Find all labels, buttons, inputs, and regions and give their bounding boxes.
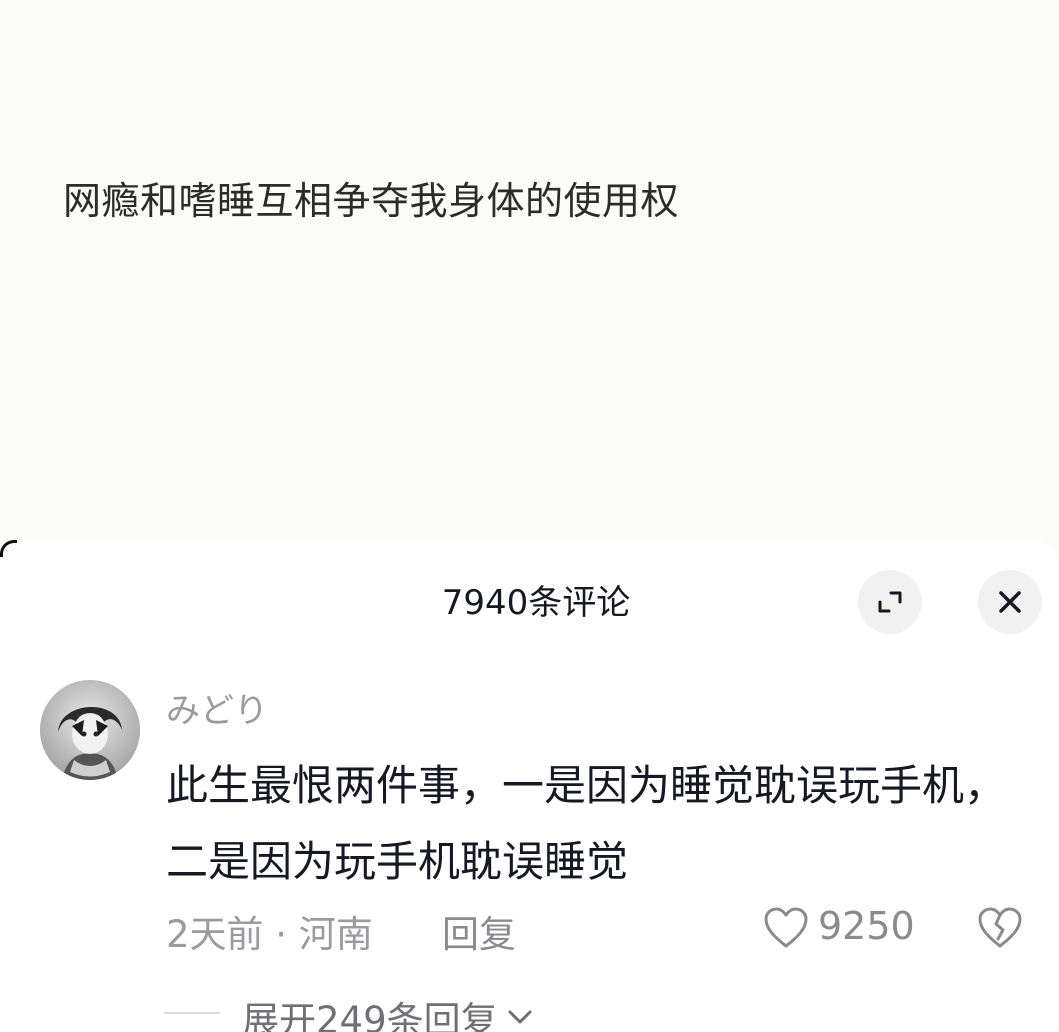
- chevron-down-icon: [508, 1010, 532, 1024]
- post-area: 网瘾和嗜睡互相争夺我身体的使用权: [0, 0, 1059, 548]
- expand-replies-label: 展开249条回复: [242, 999, 498, 1032]
- broken-heart-icon[interactable]: [977, 906, 1023, 950]
- comment-time-location: 2天前 · 河南: [166, 913, 373, 956]
- reply-button[interactable]: 回复: [442, 904, 516, 958]
- avatar-image: [40, 680, 140, 780]
- avatar[interactable]: [40, 680, 140, 780]
- expand-icon: [878, 591, 902, 613]
- comment-username[interactable]: みどり: [166, 683, 268, 732]
- page: 网瘾和嗜睡互相争夺我身体的使用权 7940条评论 みどり 此生最恨两件事，一是因…: [0, 0, 1059, 1032]
- expand-replies-button[interactable]: 展开249条回复: [242, 990, 534, 1032]
- heart-outline-icon[interactable]: [763, 906, 809, 950]
- post-text: 网瘾和嗜睡互相争夺我身体的使用权: [63, 179, 680, 223]
- expand-button[interactable]: [858, 570, 922, 634]
- close-button[interactable]: [978, 570, 1042, 634]
- like-count: 9250: [818, 904, 915, 948]
- close-icon: [999, 591, 1021, 613]
- comment-text: 此生最恨两件事，一是因为睡觉耽误玩手机，二是因为玩手机耽误睡觉: [166, 761, 1007, 886]
- expand-divider: [164, 1012, 220, 1014]
